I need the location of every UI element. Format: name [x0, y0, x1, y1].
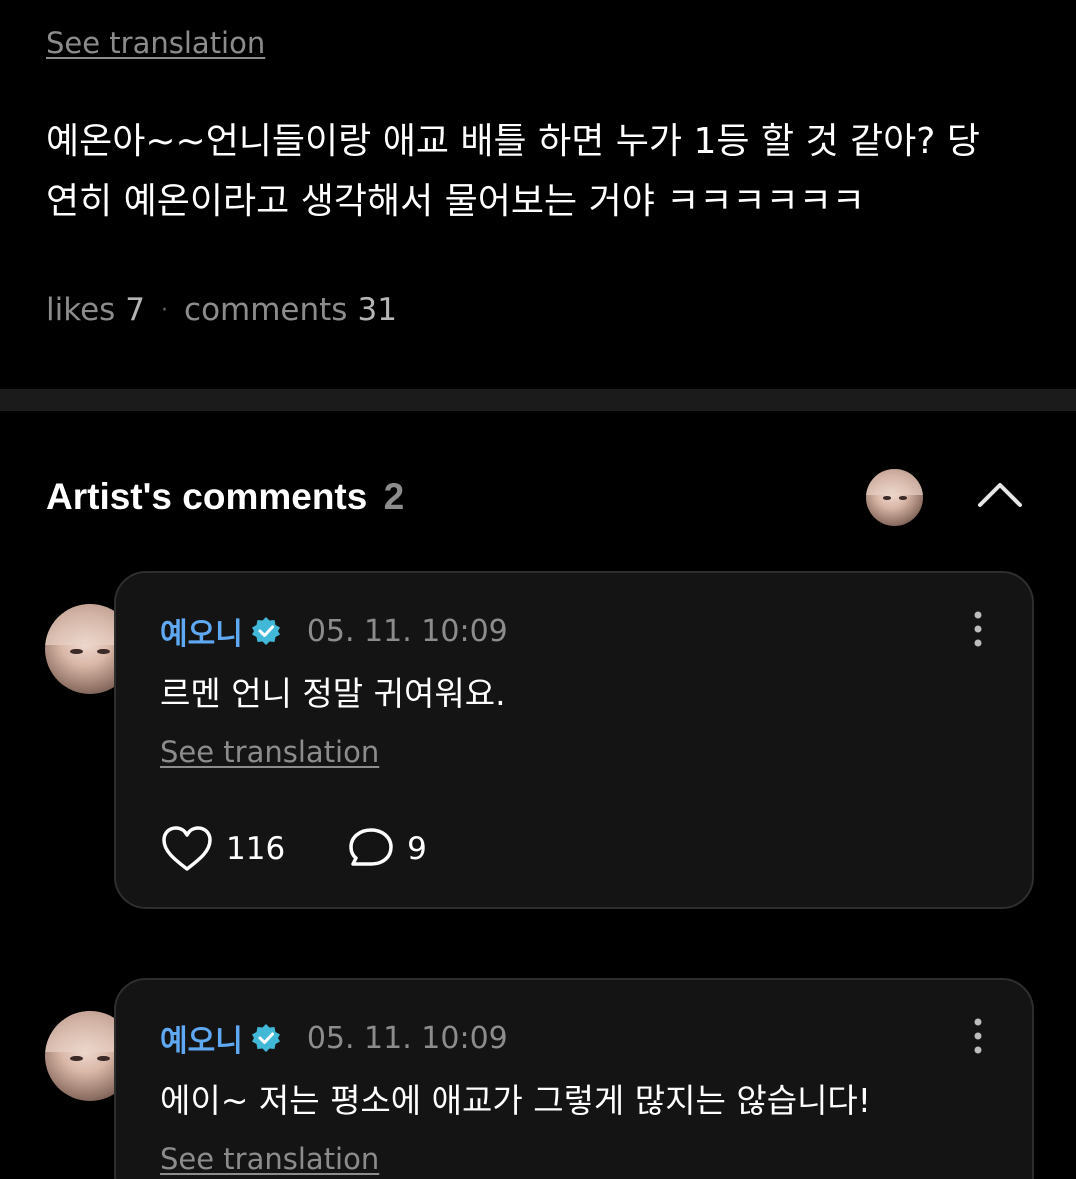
comment-card: 예오니 05. 11. 10:09 에이~ 저는 평소에 애교가 그렇게 많지는… [114, 978, 1034, 1179]
more-vertical-icon [974, 1018, 982, 1054]
comment-header: 예오니 05. 11. 10:09 [160, 609, 508, 653]
author-name[interactable]: 예오니 [160, 609, 243, 653]
comments-label[interactable]: comments [184, 292, 347, 328]
comment-text: 에이~ 저는 평소에 애교가 그렇게 많지는 않습니다! [160, 1081, 872, 1120]
post-body-line: 예온아~~언니들이랑 애교 배틀 하면 누가 1등 할 것 같아? 당 [46, 121, 980, 162]
more-options-button[interactable] [968, 609, 988, 649]
post-body-line: 연히 예온이라고 생각해서 물어보는 거야 ㅋㅋㅋㅋㅋㅋ [46, 181, 865, 222]
collapse-button[interactable] [974, 475, 1026, 515]
reply-button[interactable]: 9 [347, 826, 427, 872]
likes-count: 7 [125, 292, 146, 328]
comment-timestamp: 05. 11. 10:09 [306, 1020, 508, 1056]
post-body: 예온아~~언니들이랑 애교 배틀 하면 누가 1등 할 것 같아? 당 연히 예… [46, 112, 1046, 232]
more-vertical-icon [974, 611, 982, 647]
artist-comments-screen: See translation 예온아~~언니들이랑 애교 배틀 하면 누가 1… [0, 0, 1076, 1179]
see-translation-link[interactable]: See translation [46, 26, 265, 60]
reply-count: 9 [407, 831, 427, 867]
stats-separator: · [161, 297, 169, 323]
verified-badge-icon [251, 617, 280, 645]
section-title-count: 2 [383, 476, 405, 517]
section-title: Artist's comments 2 [46, 476, 404, 518]
post-stats: likes 7 · comments 31 [46, 292, 397, 328]
artist-avatar[interactable] [866, 469, 923, 526]
comment-card: 예오니 05. 11. 10:09 르멘 언니 정말 귀여워요. See tra… [114, 571, 1034, 909]
see-translation-link[interactable]: See translation [160, 735, 379, 769]
section-divider [0, 389, 1076, 411]
like-button[interactable]: 116 [160, 825, 285, 873]
see-translation-link[interactable]: See translation [160, 1142, 379, 1176]
verified-badge-icon [251, 1024, 280, 1052]
comment-text: 르멘 언니 정말 귀여워요. [160, 674, 506, 713]
comment-header: 예오니 05. 11. 10:09 [160, 1016, 508, 1060]
comments-count[interactable]: 31 [357, 292, 396, 328]
comment-bubble-icon [349, 828, 393, 866]
more-options-button[interactable] [968, 1016, 988, 1056]
like-count: 116 [226, 831, 286, 867]
chevron-up-icon [978, 483, 1022, 507]
author-name[interactable]: 예오니 [160, 1016, 243, 1060]
comment-actions: 116 9 [160, 825, 427, 873]
comment-timestamp: 05. 11. 10:09 [306, 613, 508, 649]
likes-label: likes [46, 292, 116, 328]
section-title-label: Artist's comments [46, 476, 368, 517]
heart-icon [162, 826, 212, 871]
